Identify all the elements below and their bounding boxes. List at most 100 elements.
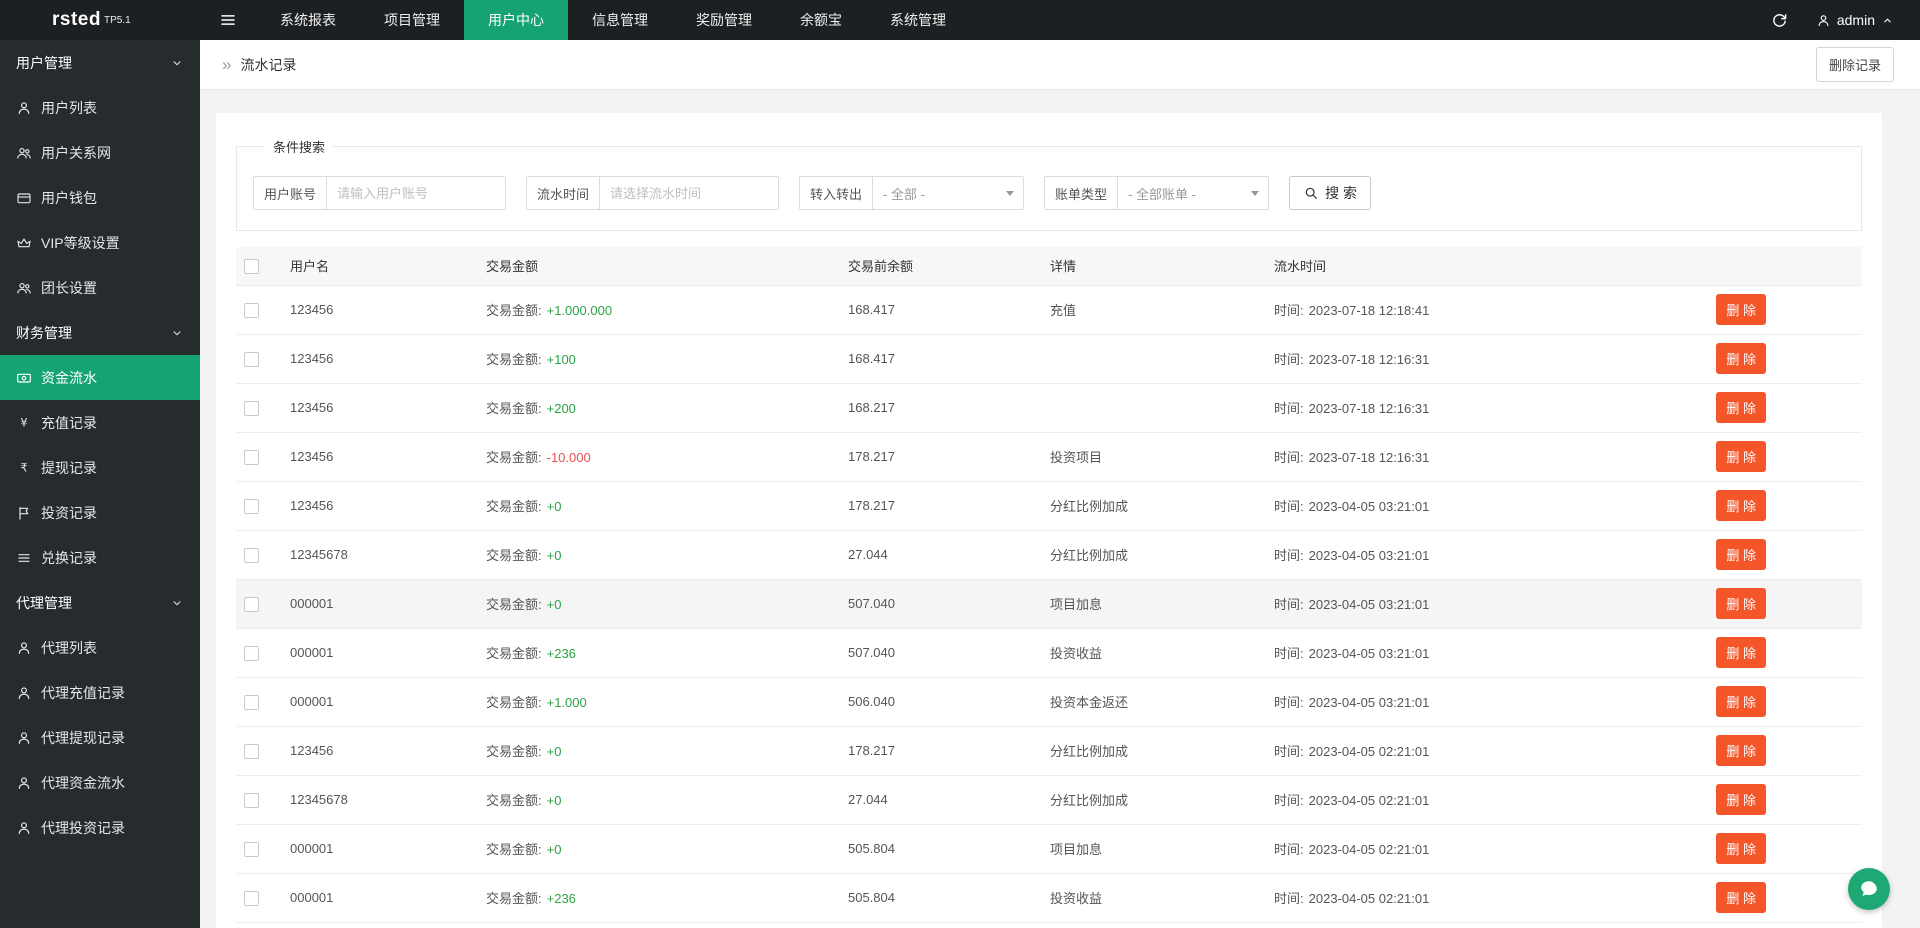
wallet-icon bbox=[16, 190, 32, 206]
cell-amount: 交易金额:+0 bbox=[478, 579, 840, 628]
row-checkbox[interactable] bbox=[244, 450, 259, 465]
row-delete-button[interactable]: 删 除 bbox=[1716, 882, 1766, 913]
money-icon bbox=[16, 370, 32, 386]
table-row: 000001 交易金额:+0 505.804 项目加息 时间:2023-04-0… bbox=[236, 824, 1862, 873]
sidebar-item-label: 用户列表 bbox=[41, 98, 97, 118]
row-delete-button[interactable]: 删 除 bbox=[1716, 686, 1766, 717]
refresh-icon bbox=[1771, 12, 1788, 29]
cell-amount: 交易金额:+0 bbox=[478, 824, 840, 873]
table-row: 123456 交易金额:+0 178.217 分红比例加成 时间:2023-04… bbox=[236, 922, 1862, 928]
row-delete-button[interactable]: 删 除 bbox=[1716, 539, 1766, 570]
cell-amount: 交易金额:+0 bbox=[478, 775, 840, 824]
user-icon bbox=[16, 685, 32, 701]
cell-username: 000001 bbox=[282, 628, 478, 677]
theme-settings-fab[interactable] bbox=[1848, 868, 1890, 910]
cell-detail bbox=[1042, 383, 1266, 432]
search-field-select[interactable]: - 全部 - bbox=[872, 176, 1024, 210]
row-delete-button[interactable]: 删 除 bbox=[1716, 294, 1766, 325]
delete-records-button[interactable]: 删除记录 bbox=[1816, 47, 1894, 82]
cell-balance: 507.040 bbox=[840, 579, 1042, 628]
topnav-item[interactable]: 项目管理 bbox=[360, 0, 464, 40]
search-panel-legend: 条件搜索 bbox=[265, 137, 333, 156]
row-checkbox[interactable] bbox=[244, 842, 259, 857]
sidebar-group: 用户管理 用户列表 用户关系网 用户钱包 VIP等级设置 团长设置 bbox=[0, 40, 200, 310]
row-checkbox[interactable] bbox=[244, 303, 259, 318]
sidebar-item[interactable]: 代理充值记录 bbox=[0, 670, 200, 715]
sidebar-item[interactable]: 代理提现记录 bbox=[0, 715, 200, 760]
yen-icon bbox=[16, 415, 32, 431]
refresh-button[interactable] bbox=[1753, 0, 1806, 40]
cell-detail: 分红比例加成 bbox=[1042, 726, 1266, 775]
sidebar-item[interactable]: 充值记录 bbox=[0, 400, 200, 445]
topnav-item[interactable]: 信息管理 bbox=[568, 0, 672, 40]
cell-time: 时间:2023-07-18 12:18:41 bbox=[1266, 285, 1686, 334]
cell-username: 123456 bbox=[282, 726, 478, 775]
row-checkbox[interactable] bbox=[244, 793, 259, 808]
row-delete-button[interactable]: 删 除 bbox=[1716, 735, 1766, 766]
chevron-up-icon bbox=[1881, 14, 1894, 27]
header-detail: 详情 bbox=[1042, 247, 1266, 285]
table-row: 123456 交易金额:+100 168.417 时间:2023-07-18 1… bbox=[236, 334, 1862, 383]
search-field: 流水时间 bbox=[526, 176, 779, 210]
row-checkbox[interactable] bbox=[244, 352, 259, 367]
cell-amount: 交易金额:+1.000 bbox=[478, 677, 840, 726]
sidebar-item[interactable]: 代理列表 bbox=[0, 625, 200, 670]
row-delete-button[interactable]: 删 除 bbox=[1716, 343, 1766, 374]
row-checkbox[interactable] bbox=[244, 401, 259, 416]
sidebar-group: 财务管理 资金流水 充值记录 提现记录 投资记录 兑换记录 bbox=[0, 310, 200, 580]
sidebar-item[interactable]: 用户列表 bbox=[0, 85, 200, 130]
sidebar-item[interactable]: 提现记录 bbox=[0, 445, 200, 490]
cell-detail: 分红比例加成 bbox=[1042, 481, 1266, 530]
topnav-item[interactable]: 余额宝 bbox=[776, 0, 866, 40]
row-checkbox[interactable] bbox=[244, 891, 259, 906]
sidebar-item[interactable]: 投资记录 bbox=[0, 490, 200, 535]
row-delete-button[interactable]: 删 除 bbox=[1716, 833, 1766, 864]
sidebar-group-header[interactable]: 财务管理 bbox=[0, 310, 200, 355]
sidebar-group-header[interactable]: 代理管理 bbox=[0, 580, 200, 625]
row-delete-button[interactable]: 删 除 bbox=[1716, 637, 1766, 668]
cell-time: 时间:2023-04-05 02:21:01 bbox=[1266, 824, 1686, 873]
sidebar-group-header[interactable]: 用户管理 bbox=[0, 40, 200, 85]
cell-balance: 506.040 bbox=[840, 677, 1042, 726]
sidebar-item[interactable]: 代理资金流水 bbox=[0, 760, 200, 805]
sidebar-item[interactable]: 资金流水 bbox=[0, 355, 200, 400]
row-checkbox[interactable] bbox=[244, 646, 259, 661]
topnav-item[interactable]: 用户中心 bbox=[464, 0, 568, 40]
sidebar-item[interactable]: VIP等级设置 bbox=[0, 220, 200, 265]
user-icon bbox=[16, 820, 32, 836]
sidebar-item[interactable]: 兑换记录 bbox=[0, 535, 200, 580]
row-checkbox[interactable] bbox=[244, 695, 259, 710]
row-delete-button[interactable]: 删 除 bbox=[1716, 784, 1766, 815]
row-checkbox[interactable] bbox=[244, 499, 259, 514]
sidebar-item[interactable]: 代理投资记录 bbox=[0, 805, 200, 850]
sidebar-item[interactable]: 用户关系网 bbox=[0, 130, 200, 175]
row-delete-button[interactable]: 删 除 bbox=[1716, 441, 1766, 472]
row-checkbox[interactable] bbox=[244, 744, 259, 759]
search-button[interactable]: 搜 索 bbox=[1289, 176, 1371, 210]
sidebar-item[interactable]: 用户钱包 bbox=[0, 175, 200, 220]
app-logo: rstedTP5.1 bbox=[0, 0, 200, 40]
topnav-item[interactable]: 系统管理 bbox=[866, 0, 970, 40]
sidebar-item-label: 代理投资记录 bbox=[41, 818, 125, 838]
cell-detail: 投资收益 bbox=[1042, 873, 1266, 922]
row-checkbox[interactable] bbox=[244, 597, 259, 612]
sidebar-item[interactable]: 团长设置 bbox=[0, 265, 200, 310]
row-delete-button[interactable]: 删 除 bbox=[1716, 588, 1766, 619]
main-content: 条件搜索 用户账号 流水时间 转入转出 - 全部 - 账单类型 - 全部账单 -… bbox=[200, 90, 1920, 928]
cell-time: 时间:2023-04-05 03:21:01 bbox=[1266, 628, 1686, 677]
topnav-item[interactable]: 系统报表 bbox=[256, 0, 360, 40]
table-row: 12345678 交易金额:+0 27.044 分红比例加成 时间:2023-0… bbox=[236, 775, 1862, 824]
row-checkbox[interactable] bbox=[244, 548, 259, 563]
row-delete-button[interactable]: 删 除 bbox=[1716, 392, 1766, 423]
user-menu[interactable]: admin bbox=[1806, 0, 1920, 40]
sidebar-group-items: 资金流水 充值记录 提现记录 投资记录 兑换记录 bbox=[0, 355, 200, 580]
topnav-item[interactable]: 奖励管理 bbox=[672, 0, 776, 40]
search-field-input[interactable] bbox=[326, 176, 506, 210]
search-field-select[interactable]: - 全部账单 - bbox=[1117, 176, 1269, 210]
row-delete-button[interactable]: 删 除 bbox=[1716, 490, 1766, 521]
cell-amount: 交易金额:+0 bbox=[478, 726, 840, 775]
search-field-input[interactable] bbox=[599, 176, 779, 210]
topbar: rstedTP5.1 系统报表 项目管理 用户中心 信息管理 奖励管理 余额宝 … bbox=[0, 0, 1920, 40]
select-all-checkbox[interactable] bbox=[244, 259, 259, 274]
sidebar-toggle-button[interactable] bbox=[200, 0, 256, 40]
